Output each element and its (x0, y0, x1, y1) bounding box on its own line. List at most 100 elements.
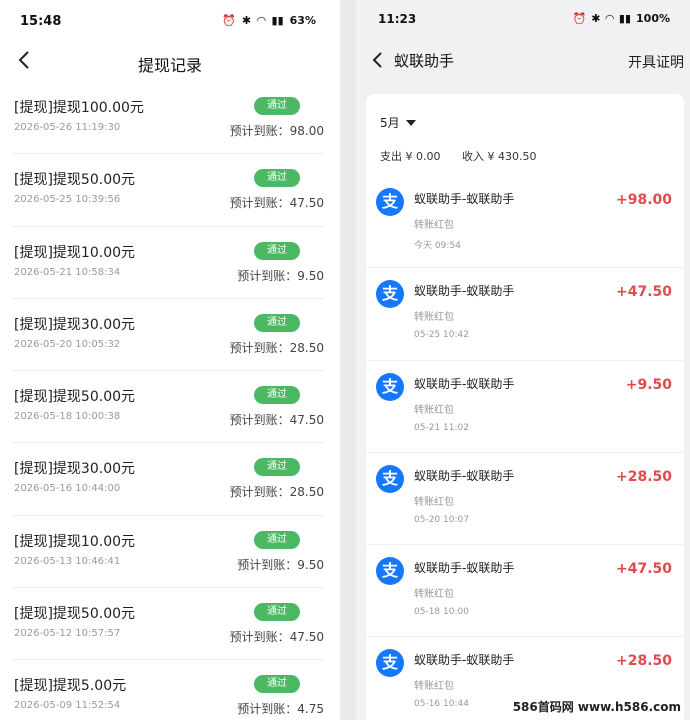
alipay-icon: 支 (376, 464, 404, 493)
estimated-amount: 预计到账：28.50 (230, 339, 324, 356)
status-time: 15:48 (20, 14, 62, 29)
watermark: 586首码网 www.h586.com (509, 697, 684, 716)
withdrawal-list: [提现]提现100.00元 2026-05-26 11:19:30 通过 预计到账：9… (0, 82, 340, 720)
withdrawal-title: [提现]提现30.00元 (14, 461, 136, 478)
page-title: 蚁联助手 (394, 52, 455, 70)
estimated-label: 预计到账： (229, 196, 290, 211)
withdrawal-row[interactable]: [提现]提现100.00元 2026-05-26 11:19:30 通过 预计到账：9… (12, 82, 324, 155)
transaction-date: 05-20 10:07 (414, 514, 469, 525)
estimated-label: 预计到账： (229, 124, 290, 138)
estimated-amount: 预计到账：28.50 (230, 483, 324, 500)
alipay-icon: 支 (376, 188, 404, 216)
withdrawal-title: [提现]提现50.00元 (14, 606, 136, 623)
status-badge: 通过 (254, 458, 300, 477)
transaction-type: 转账红包 (414, 312, 454, 324)
transaction-amount: +98.00 (615, 192, 672, 208)
transaction-amount: +47.50 (615, 284, 672, 301)
status-badge: 通过 (254, 97, 300, 115)
alipay-icon: 支 (376, 557, 404, 586)
withdrawal-time: 2026-05-25 10:39:56 (14, 194, 121, 206)
withdrawal-row[interactable]: [提现]提现50.00元 2026-05-12 10:57:57 通过 预计到账：47… (12, 588, 324, 661)
alarm-icon: ⏰ (222, 14, 236, 27)
wifi-icon: ◠ (605, 12, 614, 25)
status-badge: 通过 (254, 675, 300, 694)
status-icons: ⏰ ✱ ◠ ▮▮ 100% (573, 12, 670, 25)
alipay-icon: 支 (376, 372, 404, 401)
withdrawal-time: 2026-05-21 10:58:34 (14, 266, 121, 278)
estimated-amount: 预计到账：9.50 (237, 556, 324, 573)
estimated-value: 9.50 (297, 268, 324, 283)
status-badge: 通过 (254, 386, 300, 405)
nav-bar: 蚁联助手 开具证明 (356, 40, 690, 80)
status-bar: 11:23 ⏰ ✱ ◠ ▮▮ 100% (356, 0, 690, 40)
transaction-row[interactable]: 支蚁联助手-蚁联助手 转账红包 05-18 10:00 +47.50 (366, 545, 684, 638)
transaction-row[interactable]: 支蚁联助手-蚁联助手 转账红包 05-20 10:07 +28.50 (366, 453, 684, 546)
estimated-label: 预计到账： (237, 702, 298, 717)
battery-level: 63% (289, 14, 316, 27)
estimated-value: 4.75 (297, 702, 324, 717)
withdrawal-time: 2026-05-18 10:00:38 (14, 411, 121, 423)
month-selector[interactable]: 5月 (380, 114, 416, 131)
withdrawal-row[interactable]: [提现]提现10.00元 2026-05-21 10:58:34 通过预计到账：9.… (12, 227, 324, 299)
transaction-name: 蚁联助手-蚁联助手 (414, 653, 515, 668)
transaction-name: 蚁联助手-蚁联助手 (414, 284, 515, 299)
withdrawal-row[interactable]: [提现]提现5.00元 2026-05-09 11:52:54 通过 预计到账：4.7… (12, 660, 324, 720)
transaction-bill-screen: 11:23 ⏰ ✱ ◠ ▮▮ 100% 蚁联助手 开具证明 5月 支出 ¥ 0.… (356, 0, 690, 720)
estimated-label: 预计到账： (229, 413, 290, 428)
transaction-row[interactable]: 支蚁联助手-蚁联助手 转账红包 今天 09:54 +98.00 (366, 176, 684, 269)
bluetooth-icon: ✱ (241, 14, 252, 27)
estimated-amount: 预计到账：47.50 (230, 194, 324, 211)
income-total: 收入 ¥ 430.50 (461, 150, 537, 163)
status-badge: 通过 (254, 530, 300, 549)
estimated-label: 预计到账： (229, 340, 290, 355)
alipay-icon: 支 (376, 649, 404, 678)
transaction-row[interactable]: 支蚁联助手-蚁联助手 转账红包 05-25 10:42 +47.50 (366, 268, 684, 361)
estimated-amount: 预计到账：47.50 (230, 411, 324, 428)
transaction-date: 05-25 10:42 (414, 330, 469, 341)
estimated-value: 28.50 (289, 340, 324, 355)
withdrawal-row[interactable]: [提现]提现10.00元 2026-05-13 10:46:41 通过预计到账：9.… (12, 516, 324, 589)
withdrawal-row[interactable]: [提现]提现30.00元 2026-05-16 10:44:00 通过 预计到账：28… (12, 443, 324, 516)
withdrawal-title: [提现]提现5.00元 (14, 678, 127, 695)
transaction-name: 蚁联助手-蚁联助手 (414, 561, 515, 576)
withdrawal-title: [提现]提现50.00元 (14, 389, 136, 406)
transaction-type: 转账红包 (414, 496, 454, 508)
bluetooth-icon: ✱ (591, 12, 601, 25)
withdrawal-row[interactable]: [提现]提现50.00元 2026-05-18 10:00:38 通过预计到账：47… (12, 371, 324, 444)
withdrawal-title: [提现]提现30.00元 (14, 316, 136, 333)
battery-level: 100% (636, 12, 670, 25)
estimated-label: 预计到账： (229, 630, 290, 645)
estimated-value: 47.50 (289, 630, 324, 645)
bill-card: 5月 支出 ¥ 0.00 收入 ¥ 430.50 支蚁联助手-蚁联助手 转账红包今… (366, 94, 684, 720)
transaction-row[interactable]: 支蚁联助手-蚁联助手 转账红包 05-21 11:02 +9.50 (366, 361, 684, 453)
withdrawal-title: [提现]提现10.00元 (14, 244, 136, 261)
withdrawal-title: [提现]提现100.00元 (14, 100, 144, 116)
signal-icon: ▮▮ (271, 14, 284, 27)
status-badge: 通过 (254, 603, 300, 622)
withdrawal-row[interactable]: [提现]提现30.00元 2026-05-20 10:05:32 通过 预计到账：28… (12, 299, 324, 372)
transaction-date: 今天 09:54 (414, 241, 461, 251)
status-badge: 通过 (254, 313, 300, 332)
withdrawal-title: [提现]提现50.00元 (14, 172, 136, 189)
transaction-name: 蚁联助手-蚁联助手 (414, 192, 515, 206)
status-badge: 通过 (254, 241, 300, 260)
estimated-amount: 预计到账：4.75 (237, 700, 324, 717)
withdrawal-time: 2026-05-26 11:19:30 (14, 122, 121, 133)
signal-icon: ▮▮ (618, 12, 632, 25)
estimated-amount: 预计到账：9.50 (237, 267, 324, 284)
transaction-type: 转账红包 (414, 589, 454, 601)
month-label: 5月 (380, 116, 400, 130)
transaction-date: 05-16 10:44 (414, 699, 469, 710)
estimated-amount: 预计到账：47.50 (230, 628, 324, 645)
status-time: 11:23 (378, 12, 417, 26)
transaction-amount: +9.50 (625, 376, 672, 393)
dropdown-caret-icon (405, 119, 416, 126)
withdrawal-time: 2026-05-13 10:46:41 (14, 555, 121, 567)
panel-divider (340, 0, 356, 720)
withdrawal-row[interactable]: [提现]提现50.00元 2026-05-25 10:39:56 通过 预计到账：47… (12, 154, 324, 227)
back-arrow-icon[interactable] (368, 48, 388, 72)
withdrawal-title: [提现]提现10.00元 (14, 533, 136, 550)
estimated-label: 预计到账： (237, 557, 298, 572)
issue-proof-button[interactable]: 开具证明 (628, 52, 684, 72)
transaction-date: 05-21 11:02 (414, 422, 469, 433)
